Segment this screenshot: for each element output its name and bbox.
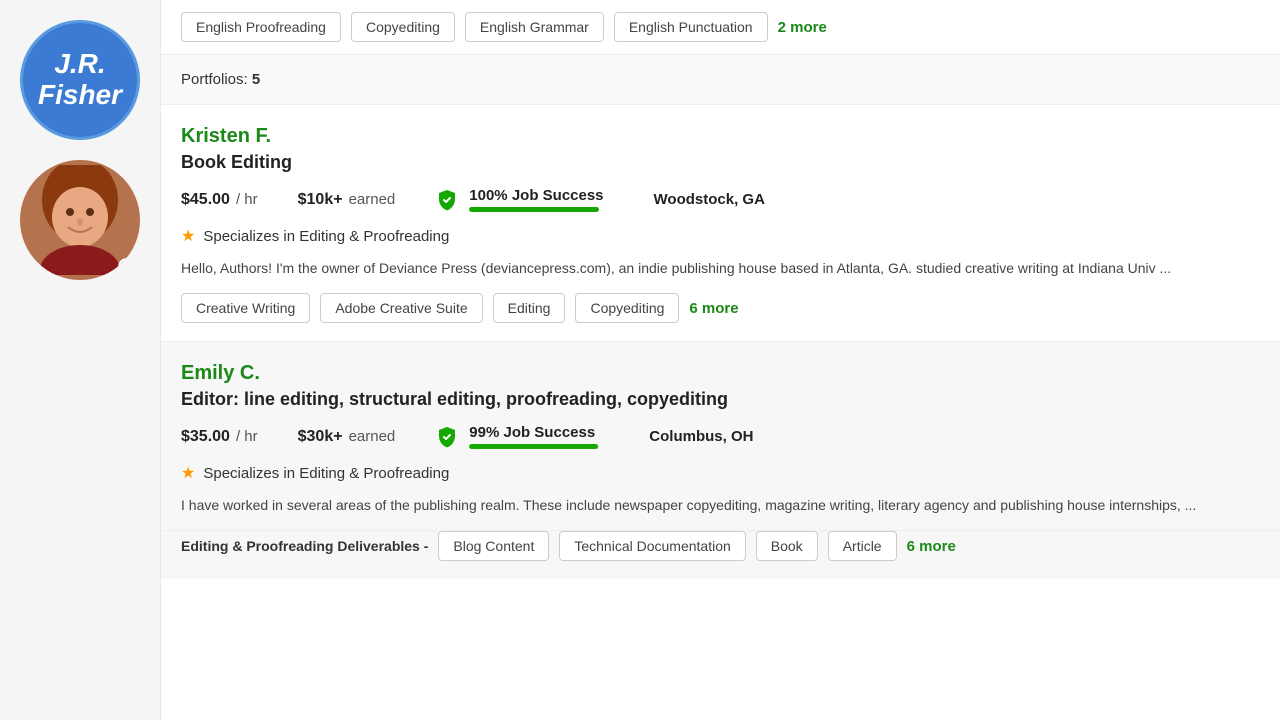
skill-tag-proofreading[interactable]: English Proofreading bbox=[181, 12, 341, 42]
emily-section: Emily C. Editor: line editing, structura… bbox=[161, 342, 1280, 579]
earned-amount-kristen: $10k+ bbox=[298, 191, 343, 209]
deliverable-blog[interactable]: Blog Content bbox=[438, 531, 549, 561]
skill-adobe[interactable]: Adobe Creative Suite bbox=[320, 293, 482, 323]
job-success-text-emily: 99% Job Success bbox=[469, 424, 599, 441]
avatar-kristen[interactable] bbox=[20, 160, 140, 280]
main-content: English Proofreading Copyediting English… bbox=[160, 0, 1280, 720]
job-success-info-kristen: 100% Job Success bbox=[469, 187, 603, 212]
skill-copyediting-k[interactable]: Copyediting bbox=[575, 293, 679, 323]
freelancer-stats-emily: $35.00 / hr $30k+ earned 99% Job Success bbox=[181, 424, 1260, 449]
sidebar: J.R.Fisher bbox=[0, 0, 160, 720]
deliverables-more[interactable]: 6 more bbox=[907, 538, 956, 555]
job-success-bar-emily bbox=[469, 444, 599, 449]
rate-emily: $35.00 bbox=[181, 428, 230, 446]
location-kristen: Woodstock, GA bbox=[654, 191, 765, 208]
skills-more-kristen[interactable]: 6 more bbox=[689, 300, 738, 317]
top-skills-more[interactable]: 2 more bbox=[778, 19, 827, 36]
skill-editing[interactable]: Editing bbox=[493, 293, 566, 323]
skill-tag-grammar[interactable]: English Grammar bbox=[465, 12, 604, 42]
deliverable-technical[interactable]: Technical Documentation bbox=[559, 531, 745, 561]
job-success-fill-kristen bbox=[469, 207, 599, 212]
job-success-container-emily: 99% Job Success bbox=[435, 424, 599, 449]
job-success-fill-emily bbox=[469, 444, 598, 449]
skill-creative-writing[interactable]: Creative Writing bbox=[181, 293, 310, 323]
location-emily: Columbus, OH bbox=[649, 428, 753, 445]
shield-icon-emily bbox=[435, 425, 459, 449]
earned-label-kristen: earned bbox=[349, 191, 396, 208]
freelancer-stats-kristen: $45.00 / hr $10k+ earned 100% Job Succes… bbox=[181, 187, 1260, 212]
skill-tag-copyediting[interactable]: Copyediting bbox=[351, 12, 455, 42]
deliverable-book[interactable]: Book bbox=[756, 531, 818, 561]
description-emily: I have worked in several areas of the pu… bbox=[181, 495, 1260, 516]
job-success-info-emily: 99% Job Success bbox=[469, 424, 599, 449]
avatar-initials: J.R.Fisher bbox=[38, 49, 122, 111]
freelancer-card-emily: Emily C. Editor: line editing, structura… bbox=[161, 342, 1280, 531]
description-kristen: Hello, Authors! I'm the owner of Devianc… bbox=[181, 258, 1260, 279]
deliverables-label: Editing & Proofreading Deliverables - bbox=[181, 538, 428, 554]
portfolios-row: Portfolios: 5 bbox=[161, 55, 1280, 105]
specialization-text-kristen: Specializes in Editing & Proofreading bbox=[203, 228, 449, 245]
avatar-kristen-svg bbox=[30, 165, 130, 275]
rate-kristen: $45.00 bbox=[181, 191, 230, 209]
skills-row-kristen: Creative Writing Adobe Creative Suite Ed… bbox=[181, 293, 1260, 341]
job-success-text-kristen: 100% Job Success bbox=[469, 187, 603, 204]
job-success-bar-kristen bbox=[469, 207, 599, 212]
star-icon-emily: ★ bbox=[181, 463, 195, 483]
job-success-container-kristen: 100% Job Success bbox=[435, 187, 603, 212]
deliverable-article[interactable]: Article bbox=[828, 531, 897, 561]
skill-tag-punctuation[interactable]: English Punctuation bbox=[614, 12, 768, 42]
earned-label-emily: earned bbox=[349, 428, 396, 445]
freelancer-name-emily[interactable]: Emily C. bbox=[181, 362, 1260, 385]
freelancer-card-kristen: Kristen F. Book Editing $45.00 / hr $10k… bbox=[161, 105, 1280, 342]
freelancer-title-kristen: Book Editing bbox=[181, 152, 1260, 173]
specialization-text-emily: Specializes in Editing & Proofreading bbox=[203, 465, 449, 482]
top-skills-row: English Proofreading Copyediting English… bbox=[161, 0, 1280, 55]
earned-amount-emily: $30k+ bbox=[298, 428, 343, 446]
portfolios-count[interactable]: 5 bbox=[252, 71, 260, 88]
freelancer-title-emily: Editor: line editing, structural editing… bbox=[181, 389, 1260, 410]
star-icon-kristen: ★ bbox=[181, 226, 195, 246]
shield-icon-kristen bbox=[435, 188, 459, 212]
deliverables-row: Editing & Proofreading Deliverables - Bl… bbox=[161, 531, 1280, 579]
page-wrapper: J.R.Fisher bbox=[0, 0, 1280, 720]
portfolios-label: Portfolios: bbox=[181, 71, 248, 88]
avatar-dot-kristen bbox=[118, 258, 136, 276]
specialization-row-emily: ★ Specializes in Editing & Proofreading bbox=[181, 463, 1260, 483]
specialization-row-kristen: ★ Specializes in Editing & Proofreading bbox=[181, 226, 1260, 246]
rate-unit-kristen: / hr bbox=[236, 191, 258, 208]
rate-unit-emily: / hr bbox=[236, 428, 258, 445]
freelancer-name-kristen[interactable]: Kristen F. bbox=[181, 125, 1260, 148]
avatar-jr-fisher[interactable]: J.R.Fisher bbox=[20, 20, 140, 140]
